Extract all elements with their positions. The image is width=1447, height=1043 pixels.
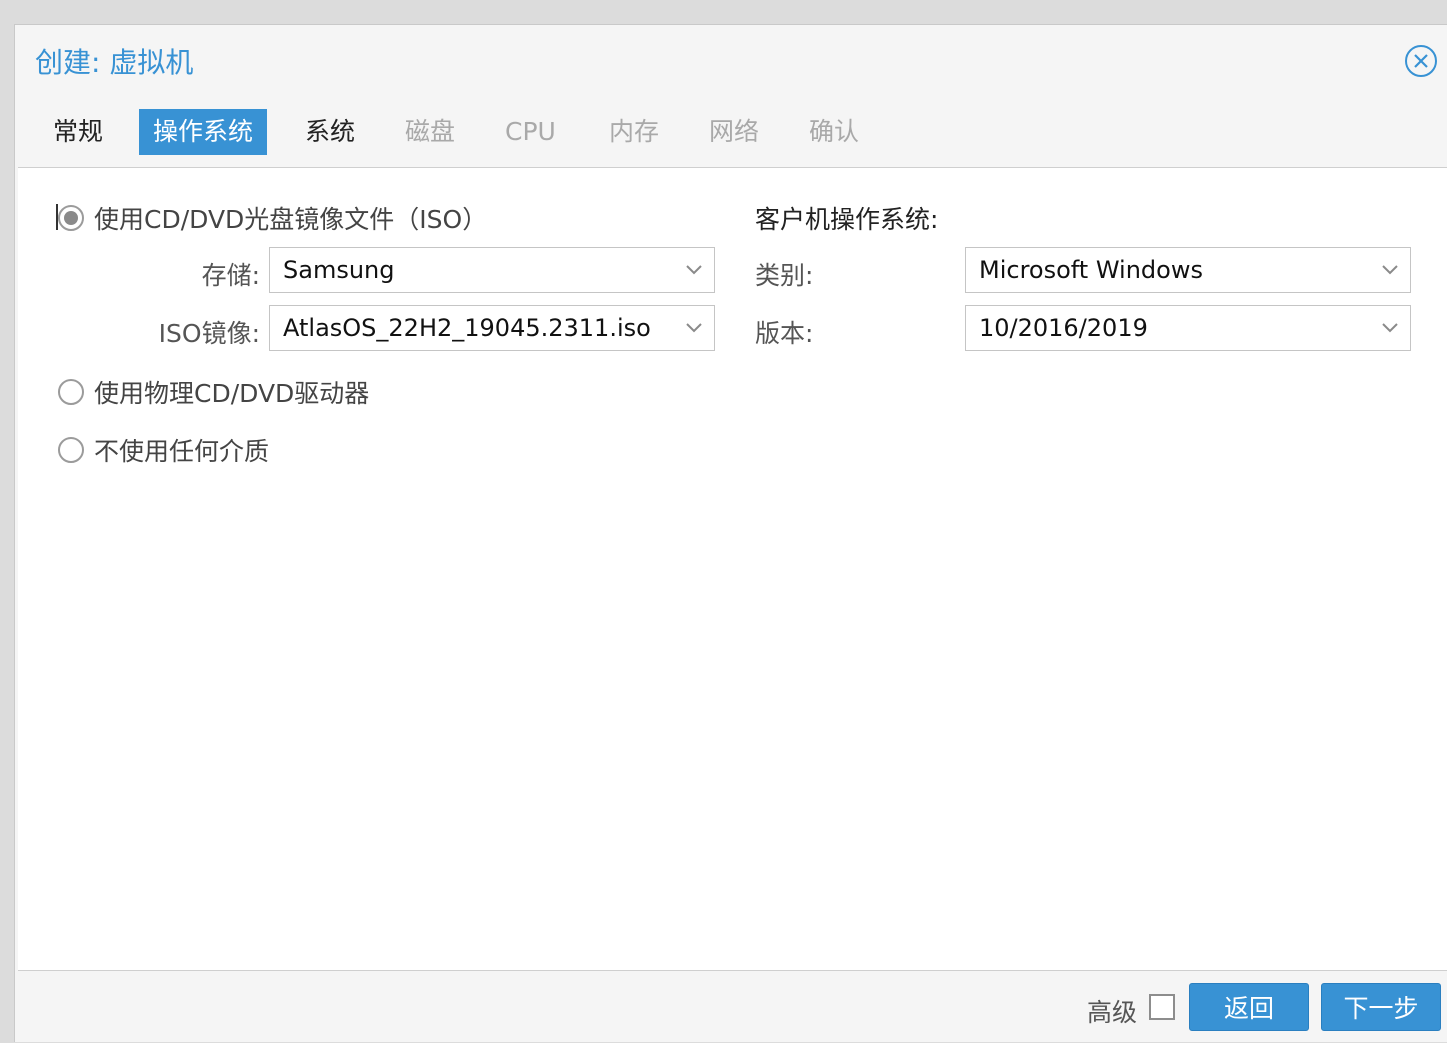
tab-confirm: 确认 <box>809 117 860 146</box>
os-type-value: Microsoft Windows <box>979 256 1203 284</box>
os-type-label: 类别: <box>755 261 814 290</box>
back-button[interactable]: 返回 <box>1189 983 1309 1031</box>
chevron-down-icon[interactable] <box>674 248 714 292</box>
tab-os[interactable]: 操作系统 <box>139 109 268 155</box>
no-media-label: 不使用任何介质 <box>94 437 270 466</box>
chevron-down-icon[interactable] <box>1370 306 1410 350</box>
os-version-label: 版本: <box>755 319 814 348</box>
chevron-down-icon[interactable] <box>1370 248 1410 292</box>
storage-value: Samsung <box>283 256 395 284</box>
os-type-select[interactable]: Microsoft Windows <box>965 247 1411 293</box>
create-vm-dialog: 创建: 虚拟机 常规 操作系统 系统 磁盘 CPU 内存 网络 确认 使用CD/… <box>14 24 1447 1042</box>
iso-image-select[interactable]: AtlasOS_22H2_19045.2311.iso <box>269 305 715 351</box>
physical-drive-radio[interactable] <box>58 379 84 405</box>
next-button[interactable]: 下一步 <box>1321 983 1441 1031</box>
tab-system[interactable]: 系统 <box>291 109 369 155</box>
iso-image-value: AtlasOS_22H2_19045.2311.iso <box>283 314 651 342</box>
os-version-select[interactable]: 10/2016/2019 <box>965 305 1411 351</box>
no-media-radio[interactable] <box>58 437 84 463</box>
no-media-option[interactable]: 不使用任何介质 <box>58 432 269 468</box>
iso-option-label: 使用CD/DVD光盘镜像文件（ISO） <box>94 205 488 234</box>
tab-disk: 磁盘 <box>405 117 456 146</box>
iso-radio[interactable] <box>58 205 84 231</box>
guest-os-title: 客户机操作系统: <box>755 205 939 234</box>
chevron-down-icon[interactable] <box>674 306 714 350</box>
tab-cpu: CPU <box>505 117 556 146</box>
iso-option[interactable]: 使用CD/DVD光盘镜像文件（ISO） <box>58 200 487 236</box>
tab-memory: 内存 <box>609 117 660 146</box>
tab-network: 网络 <box>709 117 760 146</box>
advanced-label: 高级 <box>1087 998 1138 1027</box>
storage-select[interactable]: Samsung <box>269 247 715 293</box>
storage-label: 存储: <box>201 261 260 290</box>
os-version-value: 10/2016/2019 <box>979 314 1148 342</box>
close-icon[interactable] <box>1405 45 1437 77</box>
iso-image-label: ISO镜像: <box>158 319 260 348</box>
dialog-title: 创建: 虚拟机 <box>35 46 194 79</box>
advanced-checkbox[interactable] <box>1149 994 1175 1020</box>
physical-drive-option[interactable]: 使用物理CD/DVD驱动器 <box>58 374 369 410</box>
tab-general[interactable]: 常规 <box>39 109 117 155</box>
os-panel: 使用CD/DVD光盘镜像文件（ISO） 存储: Samsung ISO镜像: A… <box>18 167 1447 971</box>
physical-drive-label: 使用物理CD/DVD驱动器 <box>94 379 370 408</box>
dialog-footer: 高级 返回 下一步 <box>15 971 1447 1043</box>
